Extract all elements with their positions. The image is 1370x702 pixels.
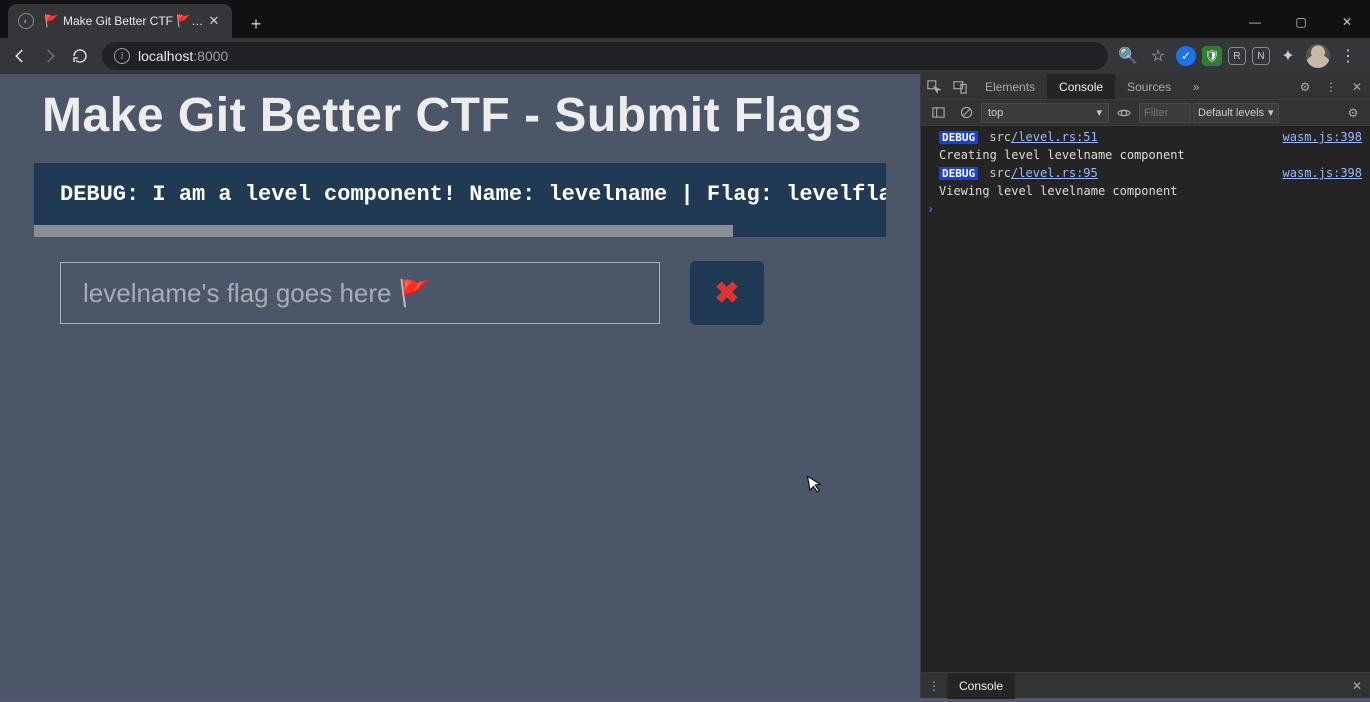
console-filter-input[interactable]	[1139, 103, 1191, 123]
device-toolbar-icon[interactable]	[947, 74, 973, 99]
devtools-tabstrip: Elements Console Sources » ⚙ ⋮ ✕	[921, 74, 1370, 100]
profile-avatar[interactable]	[1306, 44, 1330, 68]
console-prompt[interactable]: ›	[921, 200, 1370, 218]
submit-flag-button[interactable]: ✖	[690, 261, 764, 325]
extension-blue-icon[interactable]: ✓	[1176, 46, 1196, 66]
extension-box-icon[interactable]: R	[1228, 47, 1246, 65]
live-expression-icon[interactable]	[1111, 106, 1137, 120]
console-log-entry: DEBUG src/level.rs:51 wasm.js:398 Creati…	[921, 128, 1370, 164]
log-message: Viewing level levelname component	[939, 183, 1362, 199]
extensions-puzzle-icon[interactable]: ✦	[1276, 44, 1300, 68]
devtools-close-icon[interactable]: ✕	[1344, 74, 1370, 99]
log-badge: DEBUG	[939, 167, 978, 180]
drawer-menu-icon[interactable]: ⋮	[921, 679, 947, 693]
tab-close-button[interactable]: ✕	[206, 13, 222, 29]
favicon-icon: ◐	[18, 13, 34, 29]
more-tabs-icon[interactable]: »	[1183, 74, 1209, 99]
new-tab-button[interactable]: +	[242, 10, 270, 38]
debug-text: DEBUG: I am a level component! Name: lev…	[60, 182, 886, 207]
page-content: Make Git Better CTF - Submit Flags DEBUG…	[0, 74, 920, 698]
address-bar[interactable]: i localhost:8000	[102, 42, 1108, 70]
horizontal-scrollbar[interactable]	[34, 225, 886, 237]
page-title: Make Git Better CTF - Submit Flags	[0, 74, 920, 157]
log-message: Creating level levelname component	[939, 147, 1362, 163]
mouse-cursor-icon	[806, 473, 825, 495]
extension-icons: 🔍 ☆ ✓ 🛡 R N ✦ ⋮	[1116, 44, 1364, 68]
tab-elements[interactable]: Elements	[973, 74, 1047, 99]
tab-title: Make Git Better CTF 🚩 Subm	[63, 14, 206, 28]
debug-banner: DEBUG: I am a level component! Name: lev…	[34, 163, 886, 225]
chevron-down-icon: ▾	[1268, 106, 1274, 119]
window-close-button[interactable]: ✕	[1324, 6, 1370, 38]
browser-menu-icon[interactable]: ⋮	[1336, 44, 1360, 68]
flag-input-container	[60, 262, 660, 324]
extension-n-icon[interactable]: N	[1252, 47, 1270, 65]
tab-sources[interactable]: Sources	[1115, 74, 1183, 99]
flag-input[interactable]	[83, 278, 637, 309]
site-info-icon[interactable]: i	[114, 48, 130, 64]
flag-submit-row: ✖	[60, 261, 920, 325]
console-toolbar: top ▾ Default levels ▾ ⚙	[921, 100, 1370, 126]
tab-strip: ◐ 🚩 Make Git Better CTF 🚩 Subm ✕ + — ▢ ✕	[0, 0, 1370, 38]
forward-button[interactable]	[36, 42, 64, 70]
console-log-entry: DEBUG src/level.rs:95 wasm.js:398 Viewin…	[921, 164, 1370, 200]
flag-icon: 🚩	[44, 14, 59, 28]
clear-console-icon[interactable]	[953, 106, 979, 119]
inspect-element-icon[interactable]	[921, 74, 947, 99]
window-bottom-border	[0, 698, 1370, 702]
minimize-button[interactable]: —	[1232, 6, 1278, 38]
devtools-drawer: ⋮ Console ✕	[921, 672, 1370, 698]
log-levels-selector[interactable]: Default levels ▾	[1193, 103, 1279, 123]
reload-button[interactable]	[66, 42, 94, 70]
log-link[interactable]: wasm.js:398	[1283, 165, 1362, 181]
drawer-console-tab[interactable]: Console	[947, 673, 1015, 699]
drawer-close-icon[interactable]: ✕	[1344, 679, 1370, 693]
browser-toolbar: i localhost:8000 🔍 ☆ ✓ 🛡 R N ✦ ⋮	[0, 38, 1370, 74]
levels-label: Default levels	[1198, 107, 1264, 119]
log-source: src/level.rs:51	[989, 130, 1097, 144]
bookmark-star-icon[interactable]: ☆	[1146, 44, 1170, 68]
console-settings-icon[interactable]: ⚙	[1340, 106, 1366, 120]
devtools-menu-icon[interactable]: ⋮	[1318, 74, 1344, 99]
console-sidebar-toggle-icon[interactable]	[925, 106, 951, 119]
log-source: src/level.rs:95	[989, 166, 1097, 180]
zoom-icon[interactable]: 🔍	[1116, 44, 1140, 68]
browser-tab[interactable]: ◐ 🚩 Make Git Better CTF 🚩 Subm ✕	[8, 4, 232, 38]
context-selector[interactable]: top ▾	[981, 103, 1109, 123]
log-link[interactable]: wasm.js:398	[1283, 129, 1362, 145]
chevron-down-icon: ▾	[1096, 106, 1102, 119]
extension-shield-icon[interactable]: 🛡	[1202, 46, 1222, 66]
scrollbar-thumb[interactable]	[34, 225, 733, 237]
viewport: Make Git Better CTF - Submit Flags DEBUG…	[0, 74, 1370, 698]
devtools-settings-icon[interactable]: ⚙	[1292, 74, 1318, 99]
window-controls: — ▢ ✕	[1232, 6, 1370, 38]
back-button[interactable]	[6, 42, 34, 70]
console-output[interactable]: DEBUG src/level.rs:51 wasm.js:398 Creati…	[921, 126, 1370, 672]
log-badge: DEBUG	[939, 131, 978, 144]
devtools-panel: Elements Console Sources » ⚙ ⋮ ✕ top	[920, 74, 1370, 698]
cross-icon: ✖	[714, 276, 739, 311]
context-label: top	[988, 107, 1003, 119]
maximize-button[interactable]: ▢	[1278, 6, 1324, 38]
url-text: localhost:8000	[138, 48, 228, 64]
browser-window: ◐ 🚩 Make Git Better CTF 🚩 Subm ✕ + — ▢ ✕…	[0, 0, 1370, 702]
tab-console[interactable]: Console	[1047, 74, 1115, 99]
